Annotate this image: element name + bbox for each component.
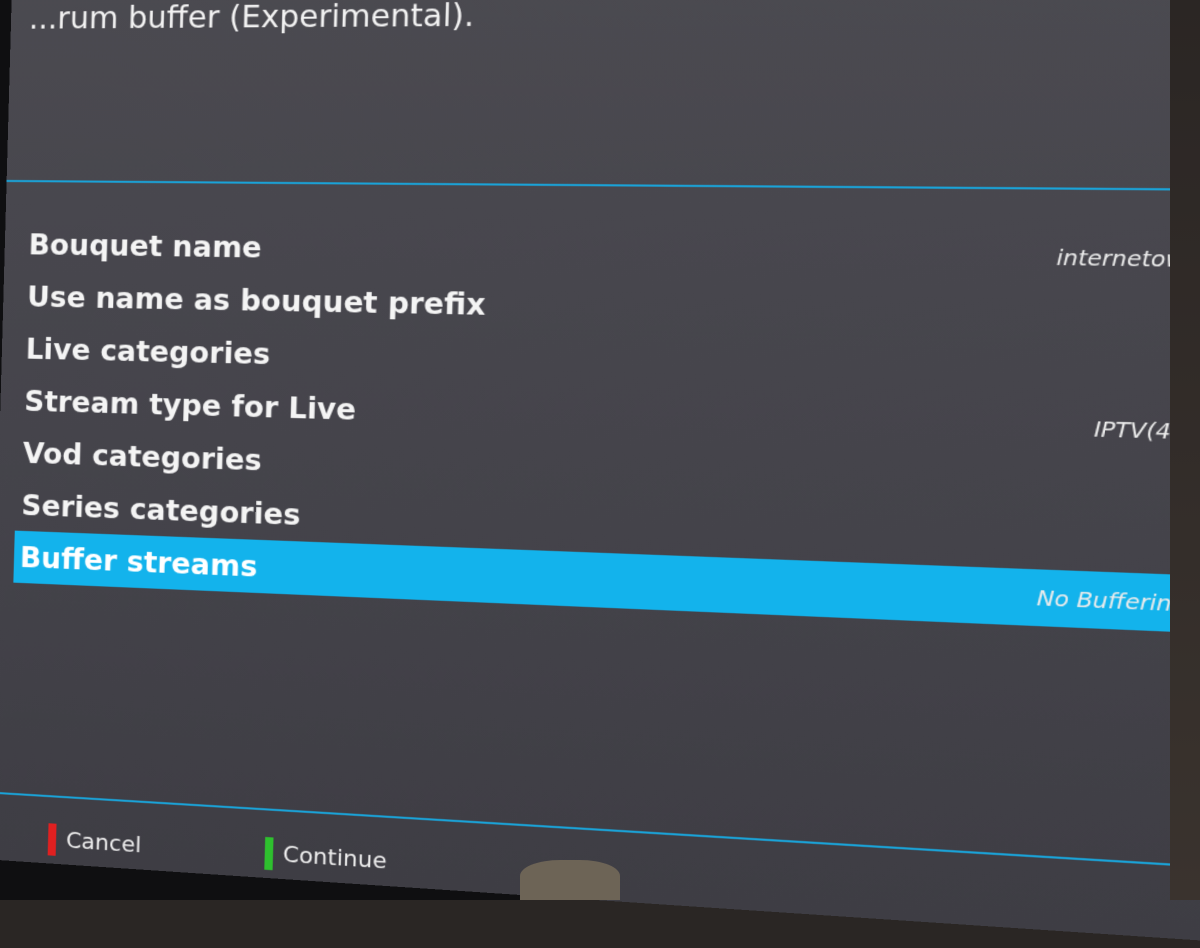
continue-key[interactable]: Continue bbox=[264, 837, 387, 878]
tv-bezel: ...rum buffer (Experimental). Bouquet na… bbox=[0, 0, 1200, 900]
setting-label: Live categories bbox=[25, 332, 270, 371]
setting-label: Buffer streams bbox=[20, 540, 258, 583]
help-text: ...rum buffer (Experimental). bbox=[28, 0, 474, 37]
tv-screen: ...rum buffer (Experimental). Bouquet na… bbox=[0, 0, 1200, 948]
red-key-icon bbox=[48, 823, 57, 856]
footer-keys: Cancel Continue bbox=[48, 823, 388, 877]
settings-list: Bouquet name internetowa.tv Use name as … bbox=[13, 218, 1200, 634]
tv-stand bbox=[520, 860, 620, 900]
setting-label: Use name as bouquet prefix bbox=[27, 280, 486, 322]
setting-label: Series categories bbox=[21, 488, 301, 531]
continue-label: Continue bbox=[283, 842, 388, 874]
setting-label: Bouquet name bbox=[28, 228, 262, 264]
top-divider bbox=[7, 180, 1200, 192]
setting-label: Stream type for Live bbox=[24, 384, 357, 426]
setting-label: Vod categories bbox=[22, 436, 262, 477]
cancel-key[interactable]: Cancel bbox=[48, 823, 142, 861]
wall-right bbox=[1170, 0, 1200, 900]
cancel-label: Cancel bbox=[66, 828, 142, 858]
green-key-icon bbox=[264, 837, 273, 870]
